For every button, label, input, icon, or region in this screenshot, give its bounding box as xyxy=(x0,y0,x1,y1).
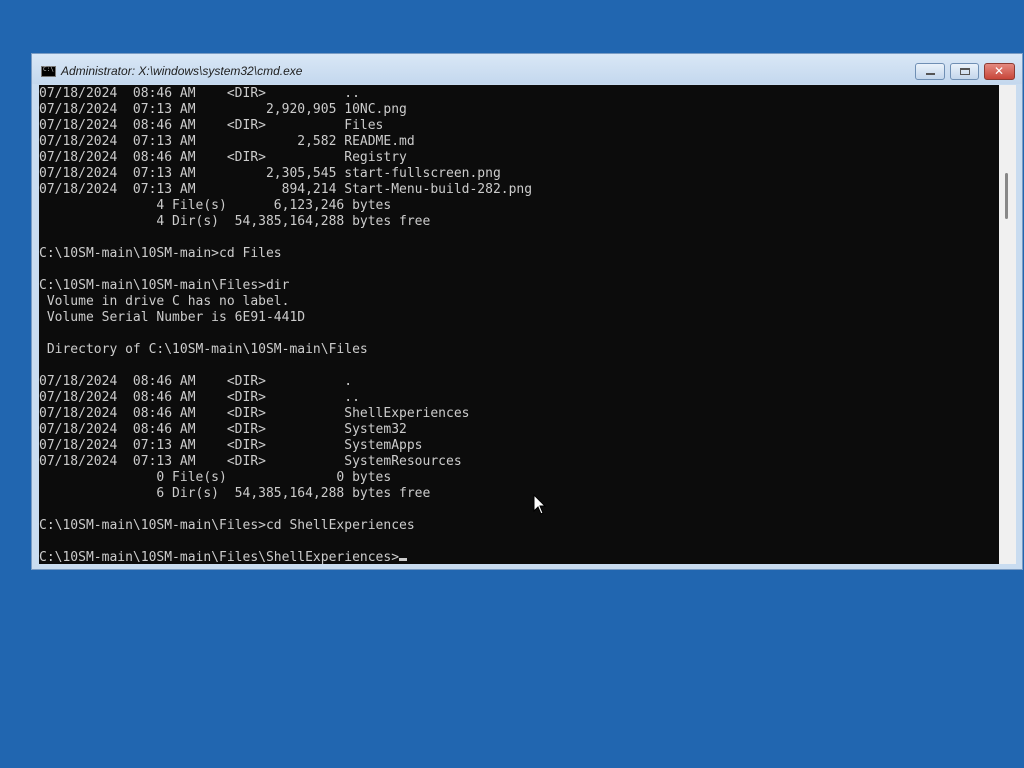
text-caret xyxy=(399,558,408,561)
console-line: Volume Serial Number is 6E91-441D xyxy=(46,310,306,325)
console-line: 07/18/2024 07:13 AM 2,582 README.md xyxy=(39,134,415,149)
console-line: C:\10SM-main\10SM-main\Files>dir xyxy=(39,278,290,293)
mouse-pointer-icon xyxy=(533,494,547,515)
console-line: 07/18/2024 08:46 AM <DIR> System32 xyxy=(39,422,407,437)
console-output[interactable]: 07/18/2024 08:46 AM <DIR> .. 07/18/2024 … xyxy=(39,85,999,564)
scrollbar-thumb[interactable] xyxy=(1005,173,1008,219)
console-line: 07/18/2024 08:46 AM <DIR> . xyxy=(39,374,353,389)
title-bar[interactable]: Administrator: X:\windows\system32\cmd.e… xyxy=(32,54,1022,84)
vertical-scrollbar[interactable] xyxy=(999,85,1016,564)
window-title: Administrator: X:\windows\system32\cmd.e… xyxy=(61,64,303,78)
console-line: 07/18/2024 07:13 AM <DIR> SystemApps xyxy=(39,438,423,453)
console-line: 07/18/2024 07:13 AM 2,305,545 start-full… xyxy=(39,166,501,181)
console-line: Directory of C:\10SM-main\10SM-main\File… xyxy=(46,342,368,357)
console-line: 07/18/2024 08:46 AM <DIR> .. xyxy=(39,390,360,405)
console-line: 07/18/2024 08:46 AM <DIR> ShellExperienc… xyxy=(39,406,470,421)
cmd-window[interactable]: Administrator: X:\windows\system32\cmd.e… xyxy=(31,53,1023,570)
console-line: 4 Dir(s) 54,385,164,288 bytes free xyxy=(156,214,431,229)
console-line: 07/18/2024 07:13 AM <DIR> SystemResource… xyxy=(39,454,462,469)
restore-button[interactable] xyxy=(950,63,979,80)
minimize-button[interactable] xyxy=(915,63,945,80)
console-line: C:\10SM-main\10SM-main\Files>cd ShellExp… xyxy=(39,518,415,533)
console-line: 07/18/2024 08:46 AM <DIR> .. xyxy=(39,86,360,101)
console-line: C:\10SM-main\10SM-main>cd Files xyxy=(39,246,282,261)
console-line: 07/18/2024 08:46 AM <DIR> Files xyxy=(39,118,384,133)
console-line: 07/18/2024 08:46 AM <DIR> Registry xyxy=(39,150,407,165)
close-button[interactable] xyxy=(984,63,1015,80)
console-line: 07/18/2024 07:13 AM 894,214 Start-Menu-b… xyxy=(39,182,533,197)
console-line: Volume in drive C has no label. xyxy=(46,294,290,309)
console-line: 0 File(s) 0 bytes xyxy=(156,470,392,485)
console-line: 07/18/2024 07:13 AM 2,920,905 10NC.png xyxy=(39,102,407,117)
prompt-line: C:\10SM-main\10SM-main\Files\ShellExperi… xyxy=(39,550,400,564)
console-text: 07/18/2024 08:46 AM <DIR> .. 07/18/2024 … xyxy=(39,85,999,564)
console-line: 6 Dir(s) 54,385,164,288 bytes free xyxy=(156,486,431,501)
cmd-icon[interactable] xyxy=(41,66,56,77)
console-line: 4 File(s) 6,123,246 bytes xyxy=(156,198,392,213)
